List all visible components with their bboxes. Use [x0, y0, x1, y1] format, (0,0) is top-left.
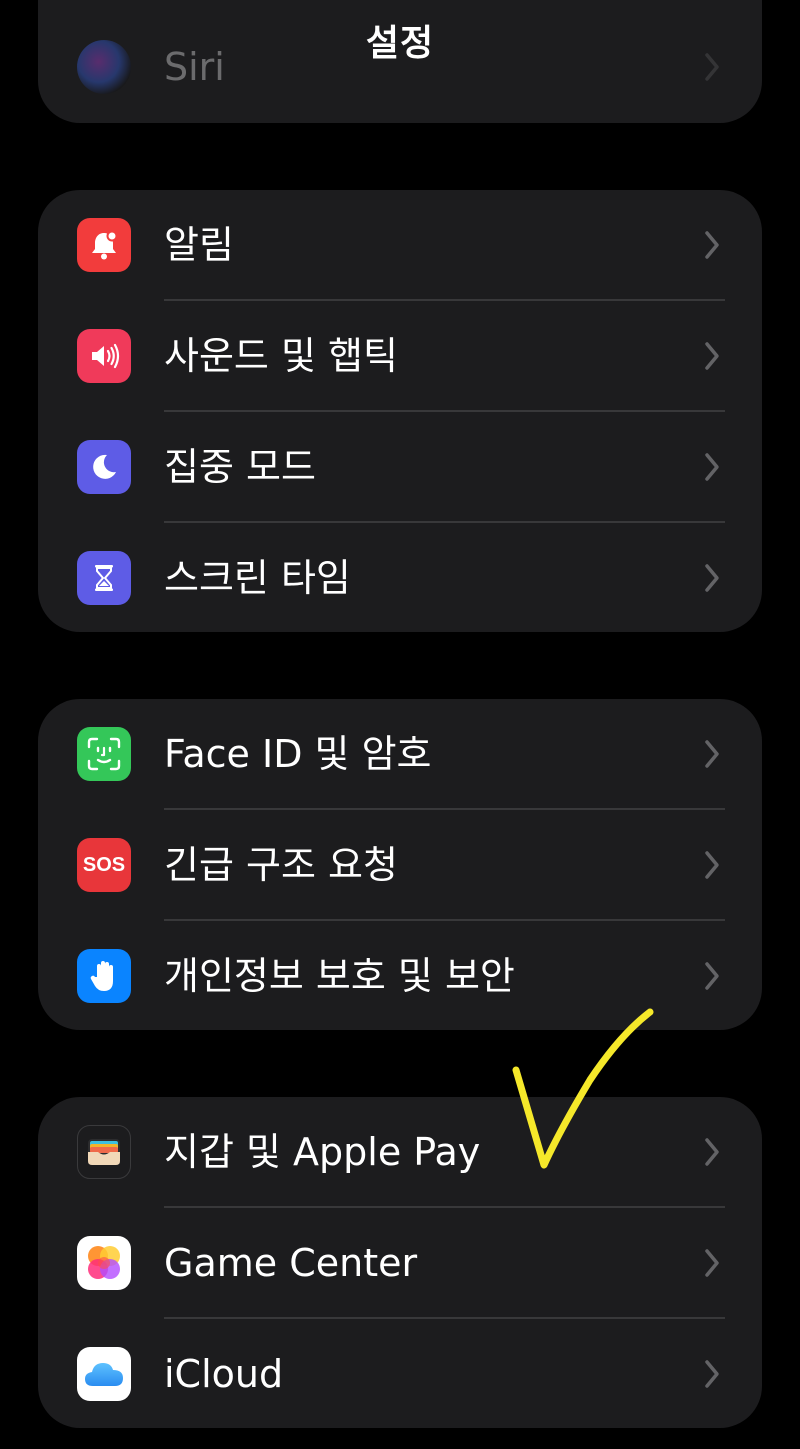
- settings-row-label: 지갑 및 Apple Pay: [164, 1130, 481, 1174]
- settings-row-label: 알림: [164, 223, 234, 267]
- settings-row-notifications[interactable]: 알림: [38, 190, 762, 301]
- sos-icon-text: SOS: [82, 853, 126, 876]
- settings-row-label: 스크린 타임: [164, 556, 351, 600]
- settings-group-2: Face ID 및 암호 SOS 긴급 구조 요청 개인정보 보호 및 보안: [38, 699, 762, 1030]
- game-center-icon: [77, 1236, 131, 1290]
- settings-group-1: 알림 사운드 및 햅틱 집중 모드 스크린 타임: [38, 190, 762, 632]
- hourglass-icon: [77, 551, 131, 605]
- wallet-icon: [77, 1125, 131, 1179]
- face-id-icon: [77, 727, 131, 781]
- settings-row-label: 집중 모드: [164, 445, 316, 489]
- settings-row-icloud[interactable]: iCloud: [38, 1319, 762, 1428]
- checkmark-annotation: [512, 1008, 654, 1169]
- chevron-right-icon: [705, 962, 719, 990]
- settings-row-label: 사운드 및 햅틱: [164, 334, 398, 378]
- settings-row-sounds-haptics[interactable]: 사운드 및 햅틱: [38, 301, 762, 412]
- settings-row-label: Face ID 및 암호: [164, 732, 432, 776]
- chevron-right-icon: [705, 851, 719, 879]
- settings-row-label: 개인정보 보호 및 보안: [164, 954, 515, 998]
- settings-row-screen-time[interactable]: 스크린 타임: [38, 523, 762, 632]
- settings-row-face-id[interactable]: Face ID 및 암호: [38, 699, 762, 810]
- chevron-right-icon: [705, 1360, 719, 1388]
- settings-row-label: 긴급 구조 요청: [164, 843, 398, 887]
- settings-row-emergency-sos[interactable]: SOS 긴급 구조 요청: [38, 810, 762, 921]
- chevron-right-icon: [705, 231, 719, 259]
- speaker-icon: [77, 329, 131, 383]
- settings-row-game-center[interactable]: Game Center: [38, 1208, 762, 1319]
- page-title: 설정: [365, 23, 435, 64]
- hand-icon: [77, 949, 131, 1003]
- moon-icon: [77, 440, 131, 494]
- icloud-icon: [77, 1347, 131, 1401]
- chevron-right-icon: [705, 564, 719, 592]
- chevron-right-icon: [705, 342, 719, 370]
- chevron-right-icon: [705, 1249, 719, 1277]
- settings-row-label: iCloud: [164, 1352, 284, 1396]
- sos-icon: SOS: [77, 838, 131, 892]
- settings-row-label: Game Center: [164, 1241, 418, 1285]
- bell-icon: [77, 218, 131, 272]
- chevron-right-icon: [705, 1138, 719, 1166]
- chevron-right-icon: [705, 453, 719, 481]
- settings-row-focus[interactable]: 집중 모드: [38, 412, 762, 523]
- chevron-right-icon: [705, 740, 719, 768]
